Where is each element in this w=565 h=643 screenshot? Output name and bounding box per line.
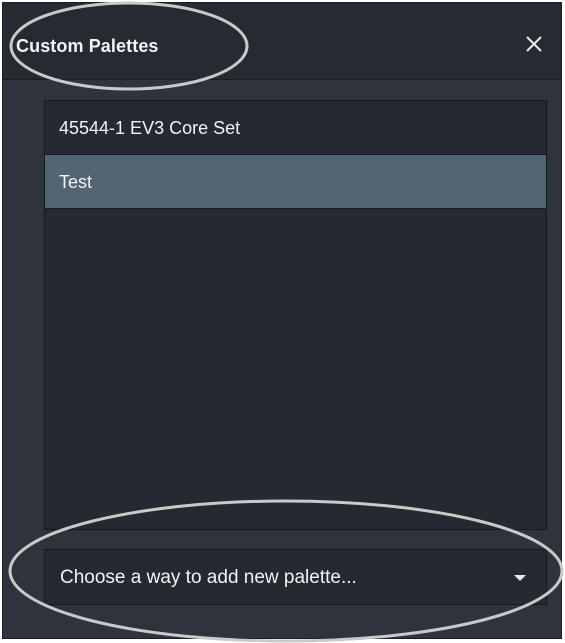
custom-palettes-dialog: Custom Palettes 45544-1 EV3 Core Set Tes…	[2, 2, 562, 639]
dialog-title: Custom Palettes	[16, 36, 159, 56]
add-palette-dropdown-label: Choose a way to add new palette...	[60, 567, 357, 588]
add-palette-dropdown[interactable]: Choose a way to add new palette...	[44, 549, 547, 605]
close-button[interactable]	[521, 31, 547, 57]
palette-list-item-selected[interactable]: Test	[45, 155, 546, 209]
close-icon	[521, 31, 547, 57]
palette-list-item[interactable]: 45544-1 EV3 Core Set	[45, 101, 546, 155]
palette-list[interactable]: 45544-1 EV3 Core Set Test	[44, 100, 547, 530]
dialog-header: Custom Palettes	[3, 3, 561, 80]
chevron-down-icon	[514, 575, 526, 582]
